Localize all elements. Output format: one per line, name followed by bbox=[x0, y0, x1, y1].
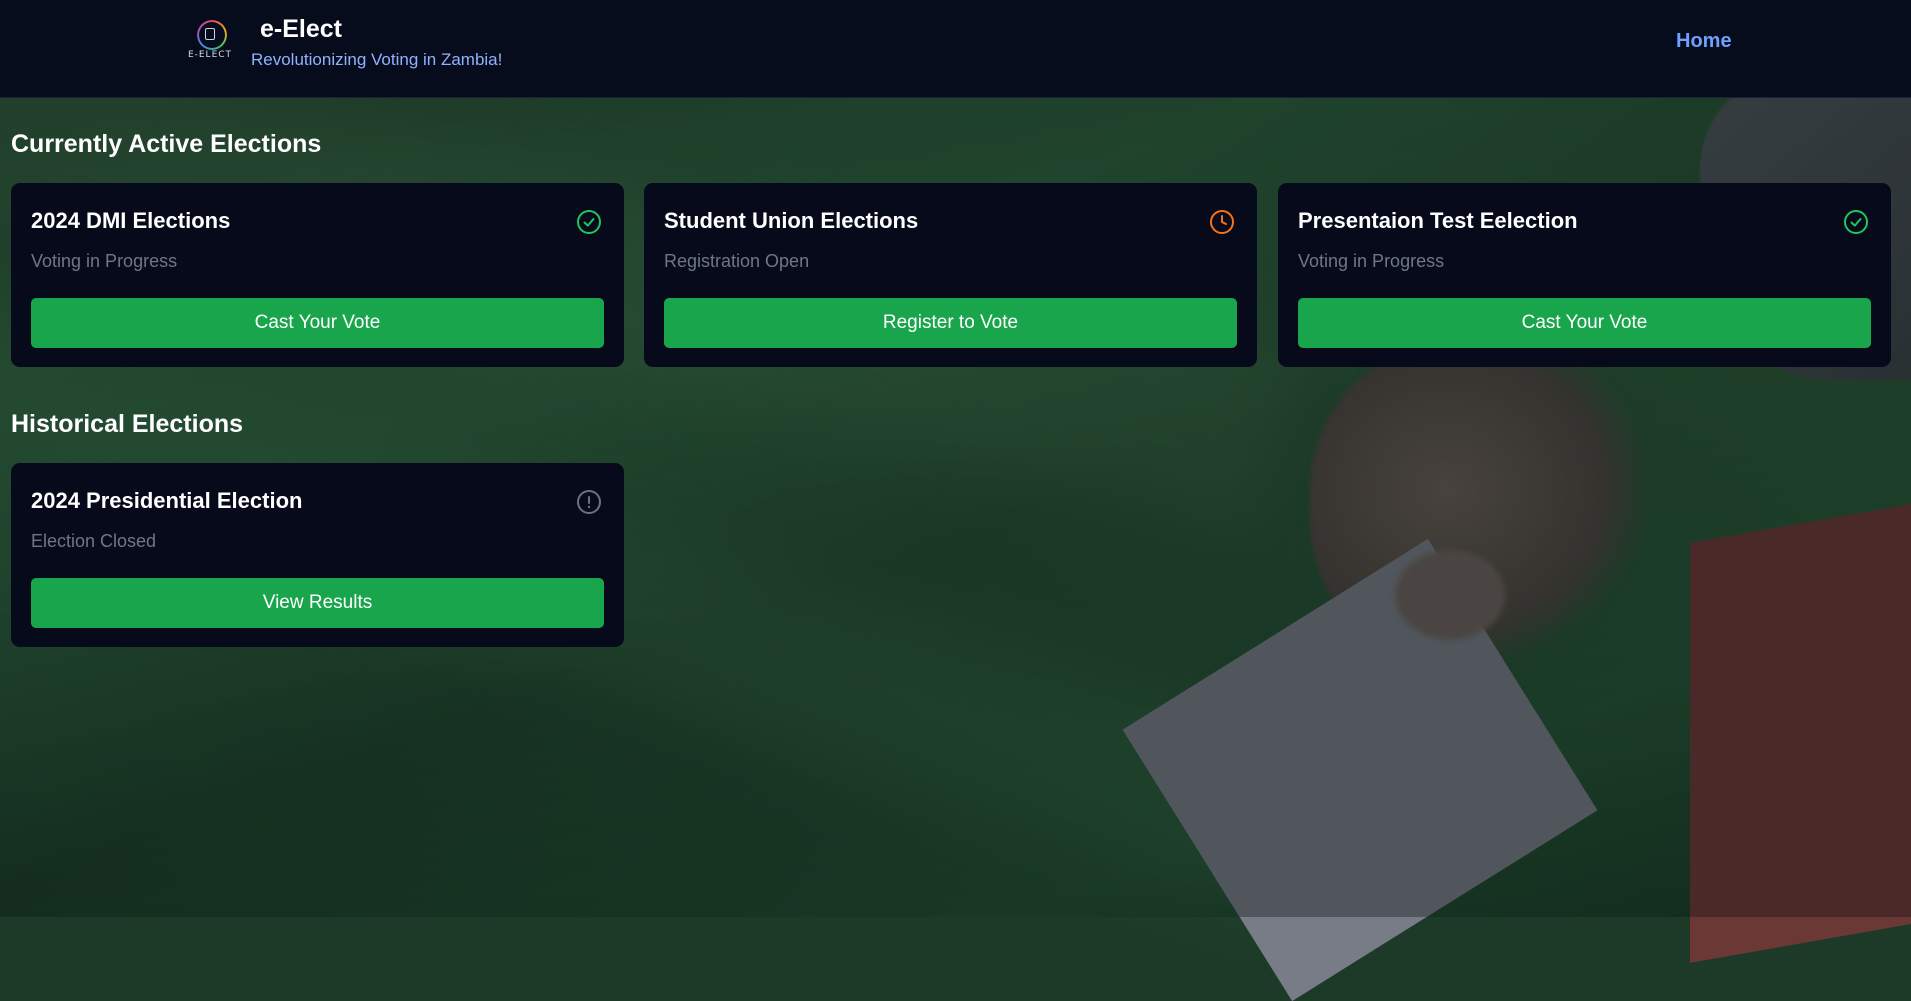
clock-icon bbox=[1210, 210, 1234, 234]
election-title: Student Union Elections bbox=[664, 208, 919, 233]
app-subtitle: Revolutionizing Voting in Zambia! bbox=[251, 50, 503, 69]
election-card: Student Union Elections Registration Ope… bbox=[644, 183, 1257, 367]
nav-home-link[interactable]: Home bbox=[1676, 30, 1732, 53]
logo-wordmark: E-ELECT bbox=[187, 50, 233, 60]
view-results-button[interactable]: View Results bbox=[31, 578, 604, 628]
register-to-vote-button[interactable]: Register to Vote bbox=[664, 298, 1237, 348]
election-status: Voting in Progress bbox=[31, 251, 178, 271]
election-card: Presentaion Test Eelection Voting in Pro… bbox=[1278, 183, 1891, 367]
check-circle-icon bbox=[577, 210, 601, 234]
check-circle-icon bbox=[1844, 210, 1868, 234]
cast-vote-button[interactable]: Cast Your Vote bbox=[1298, 298, 1871, 348]
election-status: Voting in Progress bbox=[1298, 251, 1445, 271]
election-status: Registration Open bbox=[664, 251, 810, 271]
cast-vote-button[interactable]: Cast Your Vote bbox=[31, 298, 604, 348]
app-title: e-Elect bbox=[260, 15, 342, 43]
election-title: 2024 DMI Elections bbox=[31, 208, 231, 233]
active-elections-heading: Currently Active Elections bbox=[11, 130, 322, 158]
ballot-box-icon bbox=[205, 28, 215, 40]
historical-elections-heading: Historical Elections bbox=[11, 410, 244, 438]
election-card: 2024 Presidential Election Election Clos… bbox=[11, 463, 624, 647]
alert-circle-icon bbox=[577, 490, 601, 514]
election-card: 2024 DMI Elections Voting in Progress Ca… bbox=[11, 183, 624, 367]
election-title: 2024 Presidential Election bbox=[31, 488, 303, 513]
app-logo[interactable]: E-ELECT bbox=[186, 18, 234, 66]
top-header: E-ELECT e-Elect Revolutionizing Voting i… bbox=[0, 0, 1911, 98]
election-title: Presentaion Test Eelection bbox=[1298, 208, 1578, 233]
election-status: Election Closed bbox=[31, 531, 157, 551]
